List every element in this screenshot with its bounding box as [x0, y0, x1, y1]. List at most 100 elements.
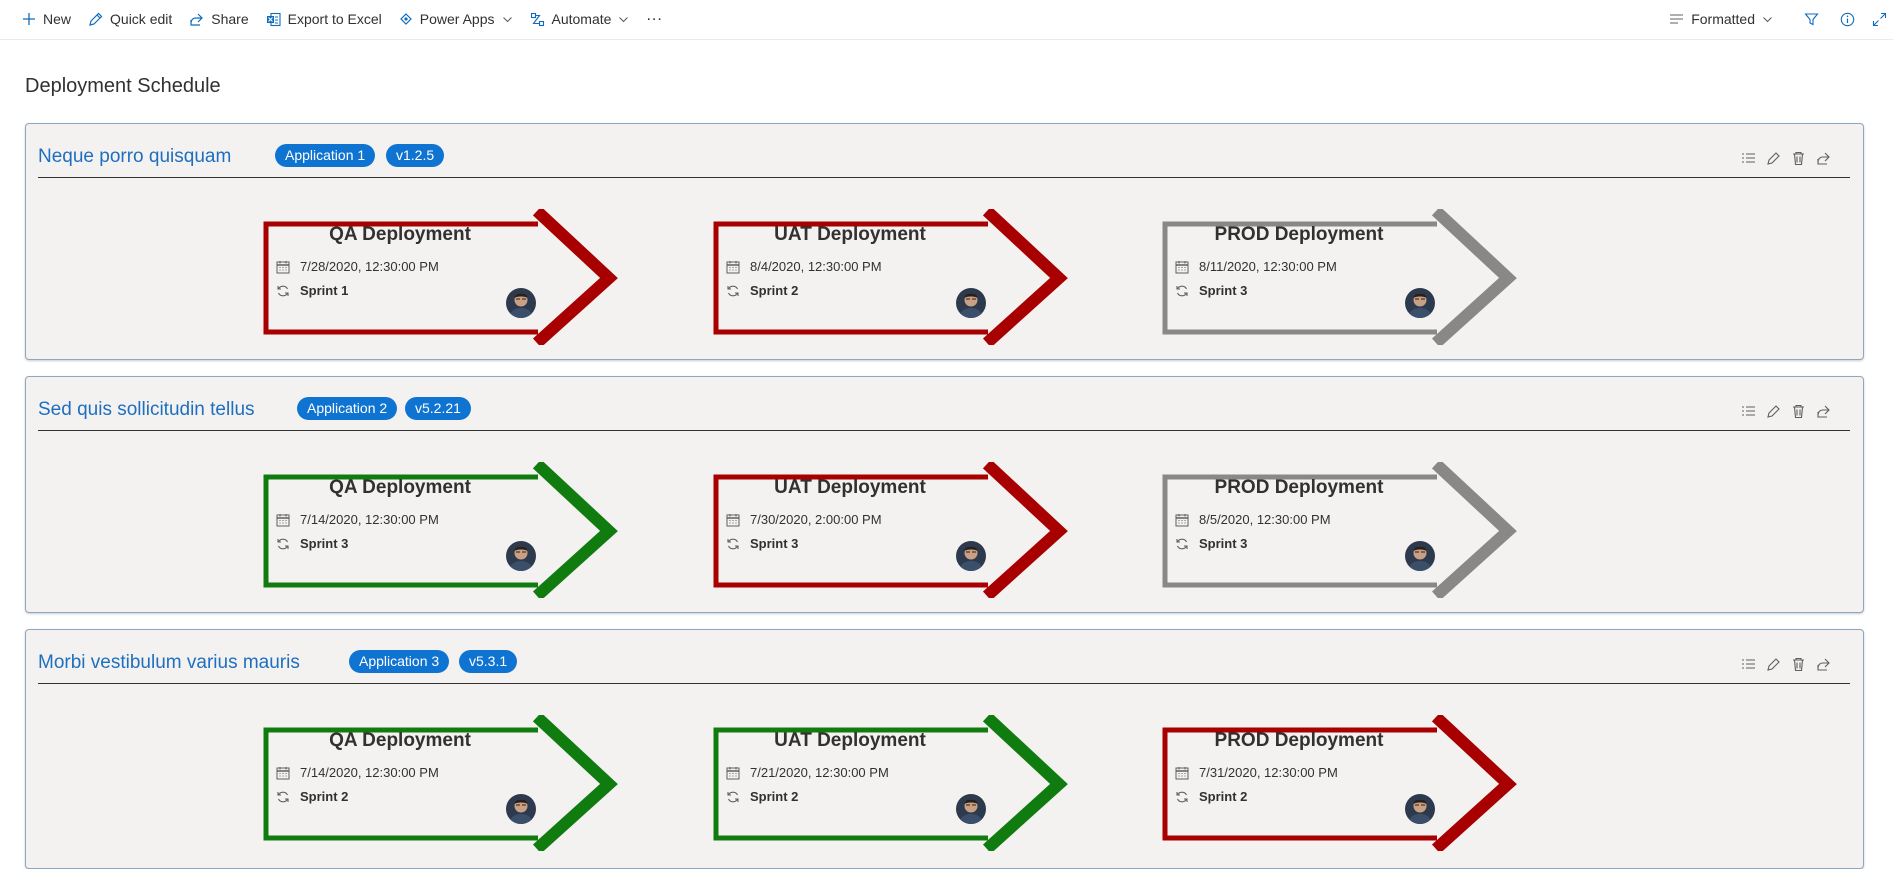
- deployment-stage: PROD Deployment 7/31/2020, 12:30:00 PM Spr…: [1162, 715, 1517, 851]
- deployment-card: Morbi vestibulum varius mauris Applicatio…: [25, 629, 1864, 869]
- share-button[interactable]: [1811, 148, 1836, 168]
- sync-icon: [277, 538, 289, 549]
- delete-button[interactable]: [1786, 401, 1811, 421]
- share-button[interactable]: Share: [189, 11, 249, 27]
- share-button[interactable]: [1811, 401, 1836, 421]
- sync-icon: [727, 791, 739, 802]
- chevron-down-icon: [502, 16, 512, 22]
- stage-sprint-value: Sprint 3: [300, 536, 349, 551]
- share-icon: [190, 13, 204, 26]
- info-button[interactable]: [1829, 0, 1865, 38]
- deployment-stage: UAT Deployment 7/30/2020, 2:00:00 PM Sprin…: [713, 462, 1068, 598]
- sync-icon: [727, 538, 739, 549]
- stage-sprint: Sprint 2: [726, 789, 798, 804]
- stage-date-value: 7/21/2020, 12:30:00 PM: [750, 765, 889, 780]
- edit-button[interactable]: [1761, 654, 1786, 674]
- view-lines-icon: [1670, 14, 1684, 24]
- details-button[interactable]: [1736, 654, 1761, 674]
- card-header: Neque porro quisquam Application 1 v1.2.5: [38, 124, 1850, 178]
- export-to-excel-button[interactable]: Export to Excel: [266, 11, 382, 27]
- avatar[interactable]: [506, 288, 536, 318]
- pencil-icon: [1767, 657, 1780, 671]
- pencil-icon: [1767, 404, 1780, 418]
- stage-date-value: 7/30/2020, 2:00:00 PM: [750, 512, 882, 527]
- avatar[interactable]: [956, 288, 986, 318]
- view-switcher-button[interactable]: Formatted: [1669, 11, 1773, 27]
- calendar-icon: [726, 260, 740, 273]
- application-badge: Application 3: [349, 650, 450, 673]
- chevron-down-icon: [619, 16, 629, 22]
- info-icon: [1840, 12, 1854, 26]
- person-photo: [1405, 541, 1435, 571]
- card-title-link[interactable]: Neque porro quisquam: [38, 146, 231, 168]
- avatar[interactable]: [506, 541, 536, 571]
- stage-sprint-value: Sprint 2: [750, 789, 799, 804]
- calendar-icon: [1175, 260, 1189, 273]
- view-label: Formatted: [1691, 11, 1755, 27]
- edit-button[interactable]: [1761, 401, 1786, 421]
- sync-icon: [1176, 791, 1188, 802]
- quick-edit-button[interactable]: Quick edit: [88, 11, 172, 27]
- stage-title: QA Deployment: [329, 730, 471, 751]
- excel-icon: [266, 12, 281, 26]
- avatar[interactable]: [1405, 794, 1435, 824]
- person-photo: [506, 541, 536, 571]
- person-photo: [506, 288, 536, 318]
- stage-date-value: 7/14/2020, 12:30:00 PM: [300, 512, 439, 527]
- stage-date: 7/21/2020, 12:30:00 PM: [726, 765, 889, 780]
- list-icon: [1742, 406, 1755, 416]
- card-header: Sed quis sollicitudin tellus Application …: [38, 377, 1850, 431]
- stage-date: 7/14/2020, 12:30:00 PM: [276, 765, 439, 780]
- stage-sprint: Sprint 3: [276, 536, 348, 551]
- card-actions: [1736, 401, 1836, 421]
- stage-title: UAT Deployment: [774, 477, 926, 498]
- stage-date-value: 8/11/2020, 12:30:00 PM: [1199, 259, 1337, 274]
- stage-date: 8/11/2020, 12:30:00 PM: [1175, 259, 1337, 274]
- fullscreen-button[interactable]: [1865, 0, 1893, 38]
- stage-sprint: Sprint 2: [276, 789, 348, 804]
- new-button[interactable]: New: [22, 11, 71, 27]
- automate-button[interactable]: Automate: [530, 11, 630, 27]
- power-apps-button[interactable]: Power Apps: [399, 11, 513, 27]
- calendar-icon: [726, 766, 740, 779]
- deployment-stage: UAT Deployment 7/21/2020, 12:30:00 PM Spri…: [713, 715, 1068, 851]
- stage-title: PROD Deployment: [1214, 224, 1384, 245]
- share-button[interactable]: [1811, 654, 1836, 674]
- more-options-button[interactable]: ...: [646, 7, 662, 25]
- details-button[interactable]: [1736, 401, 1761, 421]
- application-badge: Application 2: [297, 397, 398, 420]
- pencil-icon: [89, 12, 103, 26]
- share-icon: [1817, 152, 1830, 165]
- details-button[interactable]: [1736, 148, 1761, 168]
- stage-sprint-value: Sprint 1: [300, 283, 349, 298]
- deployment-stage: PROD Deployment 8/11/2020, 12:30:00 PM Spr…: [1162, 209, 1517, 345]
- avatar[interactable]: [1405, 288, 1435, 318]
- delete-button[interactable]: [1786, 148, 1811, 168]
- card-title-link[interactable]: Sed quis sollicitudin tellus: [38, 399, 255, 421]
- card-actions: [1736, 148, 1836, 168]
- calendar-icon: [1175, 513, 1189, 526]
- delete-button[interactable]: [1786, 654, 1811, 674]
- automate-icon: [530, 12, 544, 26]
- stage-title: QA Deployment: [329, 477, 471, 498]
- pencil-icon: [1767, 151, 1780, 165]
- stage-sprint: Sprint 3: [1175, 536, 1247, 551]
- person-photo: [506, 794, 536, 824]
- stage-sprint-value: Sprint 2: [750, 283, 799, 298]
- stage-date: 7/28/2020, 12:30:00 PM: [276, 259, 439, 274]
- automate-label: Automate: [551, 11, 612, 27]
- stage-title: UAT Deployment: [774, 224, 926, 245]
- card-title-link[interactable]: Morbi vestibulum varius mauris: [38, 652, 300, 674]
- stage-date: 8/4/2020, 12:30:00 PM: [726, 259, 882, 274]
- avatar[interactable]: [1405, 541, 1435, 571]
- calendar-icon: [276, 766, 290, 779]
- edit-button[interactable]: [1761, 148, 1786, 168]
- version-badge: v5.3.1: [459, 650, 518, 673]
- filter-button[interactable]: [1793, 0, 1829, 38]
- person-photo: [956, 541, 986, 571]
- avatar[interactable]: [506, 794, 536, 824]
- calendar-icon: [276, 260, 290, 273]
- sync-icon: [1176, 538, 1188, 549]
- avatar[interactable]: [956, 541, 986, 571]
- avatar[interactable]: [956, 794, 986, 824]
